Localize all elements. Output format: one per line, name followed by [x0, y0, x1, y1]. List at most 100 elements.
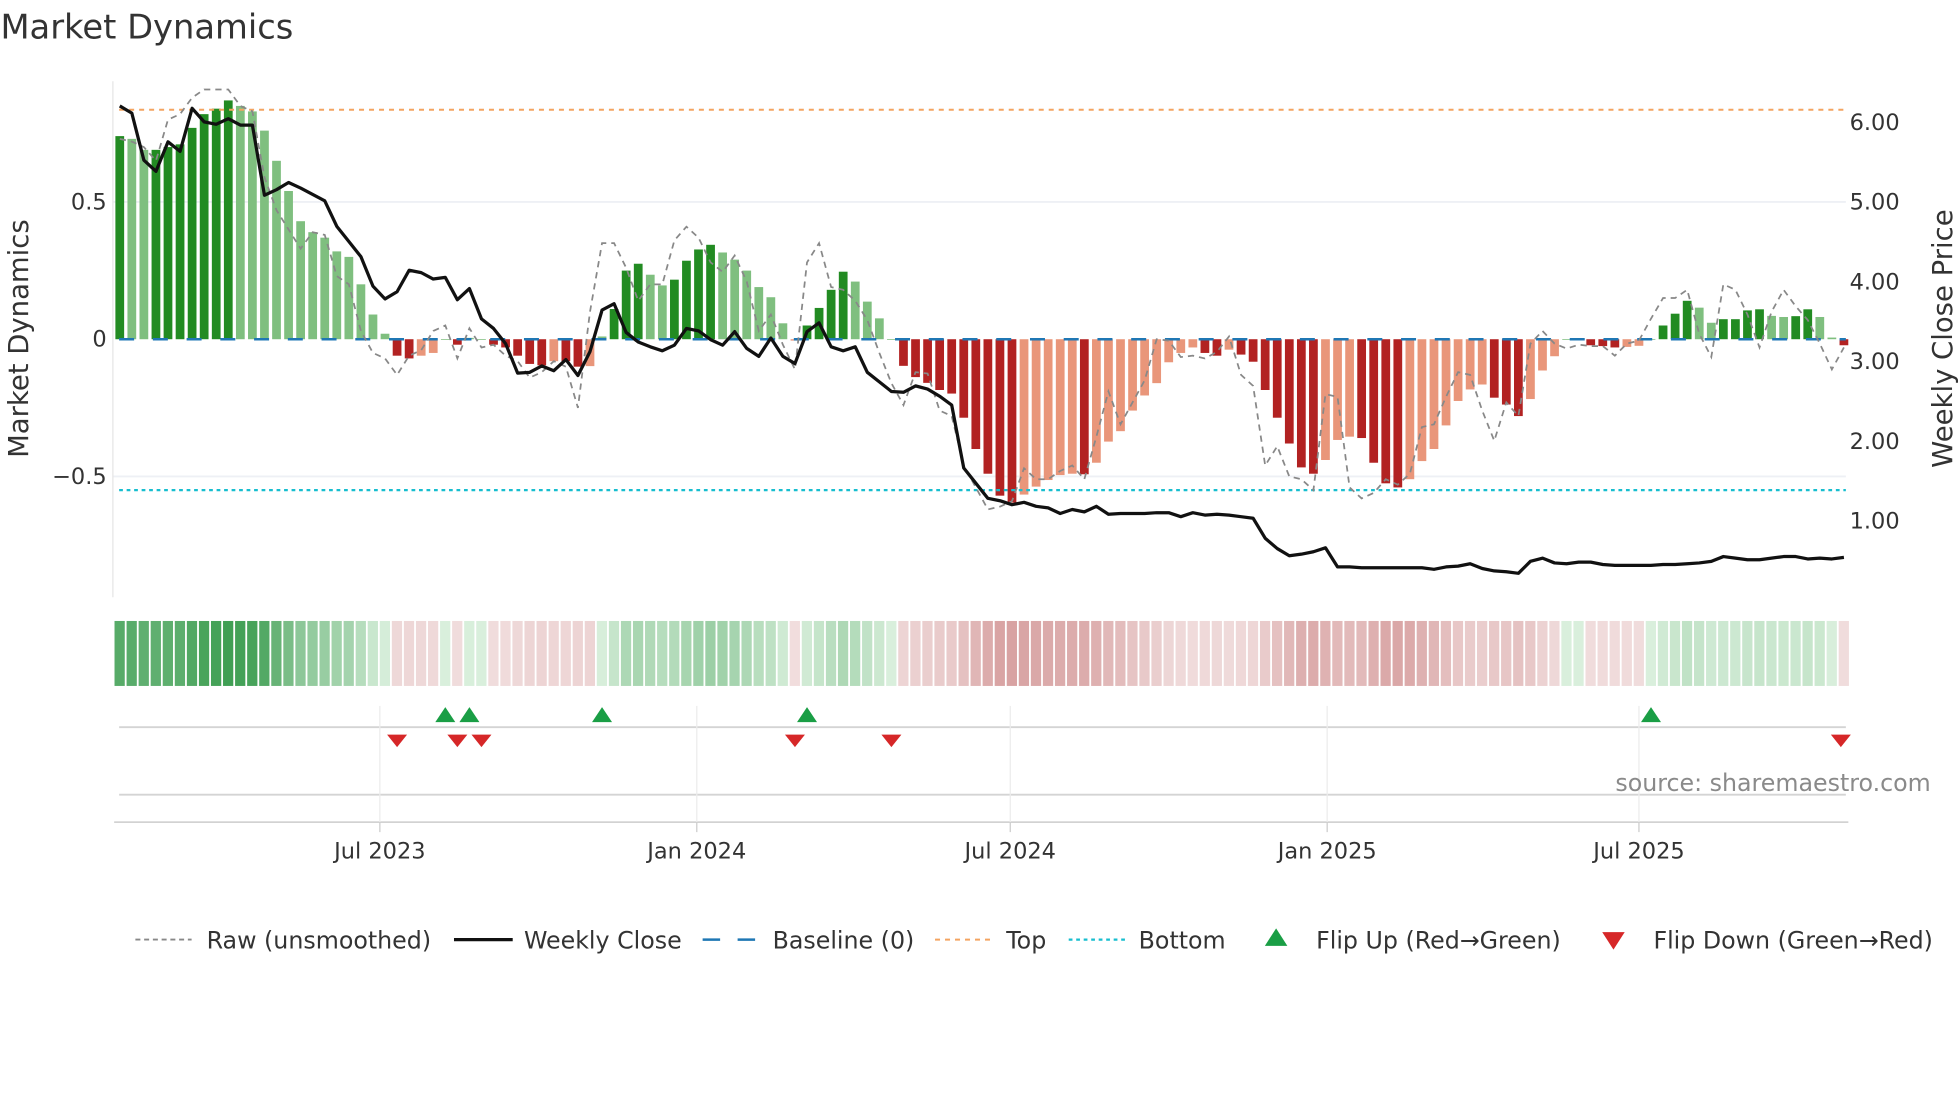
- strip-cell: [1259, 620, 1271, 686]
- strip-cell: [1392, 620, 1403, 686]
- strip-cell: [1271, 620, 1283, 686]
- strip-cell: [428, 620, 439, 686]
- strip-cell: [114, 620, 125, 686]
- dynamics-bar: [959, 339, 969, 418]
- strip-cell: [235, 620, 246, 686]
- x-axis-ticks: Jul 2023 Jan 2024 Jul 2024 Jan 2025 Jul 2025: [332, 705, 1685, 864]
- strip-cell: [1838, 620, 1849, 686]
- strip-cell: [1718, 620, 1729, 686]
- y-tick-label: 0: [92, 327, 106, 353]
- strip-cell: [319, 620, 330, 686]
- dynamics-bar: [657, 285, 667, 340]
- strip-cell: [162, 620, 173, 686]
- strip-cell: [572, 620, 583, 686]
- y-tick-label: 0.5: [71, 189, 107, 215]
- strip-cell: [1476, 620, 1488, 686]
- strip-cell: [560, 620, 571, 686]
- dynamics-bar: [404, 339, 414, 359]
- dynamics-bar: [1586, 339, 1596, 346]
- dynamics-bar: [1200, 339, 1210, 353]
- x-tick-label: Jul 2025: [1591, 838, 1684, 864]
- legend-flip-up-icon: [1264, 928, 1288, 946]
- strip-cell: [307, 620, 318, 686]
- dynamics-bar: [1718, 319, 1728, 340]
- dynamics-bar: [1248, 339, 1258, 362]
- dynamics-bars: [115, 100, 1849, 503]
- strip-cell: [1247, 620, 1259, 686]
- strip-cell: [1633, 620, 1644, 686]
- dynamics-bar: [260, 130, 269, 340]
- dynamics-bar: [923, 339, 932, 383]
- legend-flip-down-icon: [1602, 932, 1625, 950]
- strip-cell: [1790, 620, 1801, 686]
- dynamics-bar: [525, 339, 535, 364]
- strip-cell: [596, 620, 608, 686]
- chart-title: Market Dynamics: [0, 8, 293, 47]
- strip-cell: [1501, 620, 1512, 686]
- strip-cell: [1645, 620, 1657, 686]
- strip-cell: [1199, 620, 1210, 686]
- strip-cell: [1368, 620, 1379, 686]
- dynamics-bar: [320, 237, 330, 340]
- dynamics-bar: [766, 297, 776, 340]
- dynamics-bar: [223, 100, 233, 340]
- flip-down-marker: [784, 734, 805, 748]
- dynamics-bar: [1055, 339, 1065, 476]
- strip-cell: [934, 620, 945, 686]
- dynamics-bar: [1019, 339, 1029, 495]
- strip-cell: [210, 620, 222, 686]
- strip-cell: [548, 620, 559, 686]
- dynamics-bar: [983, 339, 993, 474]
- strip-cell: [1151, 620, 1162, 686]
- strip-cell: [1356, 620, 1367, 686]
- dynamics-bar: [645, 274, 655, 340]
- dynamics-bar: [1007, 339, 1017, 503]
- strip-cell: [536, 620, 547, 686]
- legend: Raw (unsmoothed) Weekly Close Baseline (0)…: [135, 926, 1933, 954]
- regime-heat-strip: [114, 620, 1849, 686]
- strip-cell: [837, 620, 849, 686]
- strip-cell: [801, 620, 813, 686]
- dynamics-bar: [935, 339, 945, 390]
- strip-cell: [379, 620, 391, 686]
- strip-cell: [1332, 620, 1343, 686]
- strip-cell: [1513, 620, 1524, 686]
- dynamics-bar: [1031, 339, 1041, 487]
- strip-cell: [1320, 620, 1331, 686]
- strip-cell: [186, 620, 198, 686]
- dynamics-bar: [706, 244, 715, 340]
- flip-up-marker: [459, 707, 480, 723]
- dynamics-bar: [235, 105, 245, 340]
- strip-cell: [331, 620, 342, 686]
- strip-cell: [1609, 620, 1620, 686]
- strip-cell: [343, 620, 354, 686]
- dynamics-bar: [296, 221, 305, 340]
- dynamics-bar: [1453, 339, 1463, 401]
- strip-cell: [1187, 620, 1198, 686]
- strip-cell: [584, 620, 595, 686]
- strip-cell: [1657, 620, 1669, 686]
- strip-cell: [1585, 620, 1596, 686]
- dynamics-bar: [477, 339, 486, 340]
- strip-cell: [247, 620, 258, 686]
- dynamics-bar: [1079, 339, 1089, 475]
- strip-cell: [198, 620, 210, 686]
- dynamics-bar: [1260, 339, 1270, 390]
- dynamics-bar: [537, 339, 547, 366]
- dynamics-bar: [1405, 339, 1415, 480]
- dynamics-bar: [1128, 339, 1137, 411]
- dynamics-bar: [1309, 339, 1318, 474]
- flip-down-marker: [447, 734, 468, 748]
- strip-cell: [994, 620, 1005, 686]
- strip-cell: [681, 620, 692, 686]
- strip-cell: [126, 620, 137, 686]
- strip-cell: [705, 620, 716, 686]
- legend-label: Raw (unsmoothed): [207, 926, 431, 954]
- strip-cell: [1139, 620, 1150, 686]
- dynamics-bar: [332, 251, 342, 340]
- strip-cell: [620, 620, 632, 686]
- reference-lines: [119, 108, 1846, 492]
- strip-cell: [1440, 620, 1452, 686]
- strip-cell: [669, 620, 680, 686]
- strip-cell: [1344, 620, 1355, 686]
